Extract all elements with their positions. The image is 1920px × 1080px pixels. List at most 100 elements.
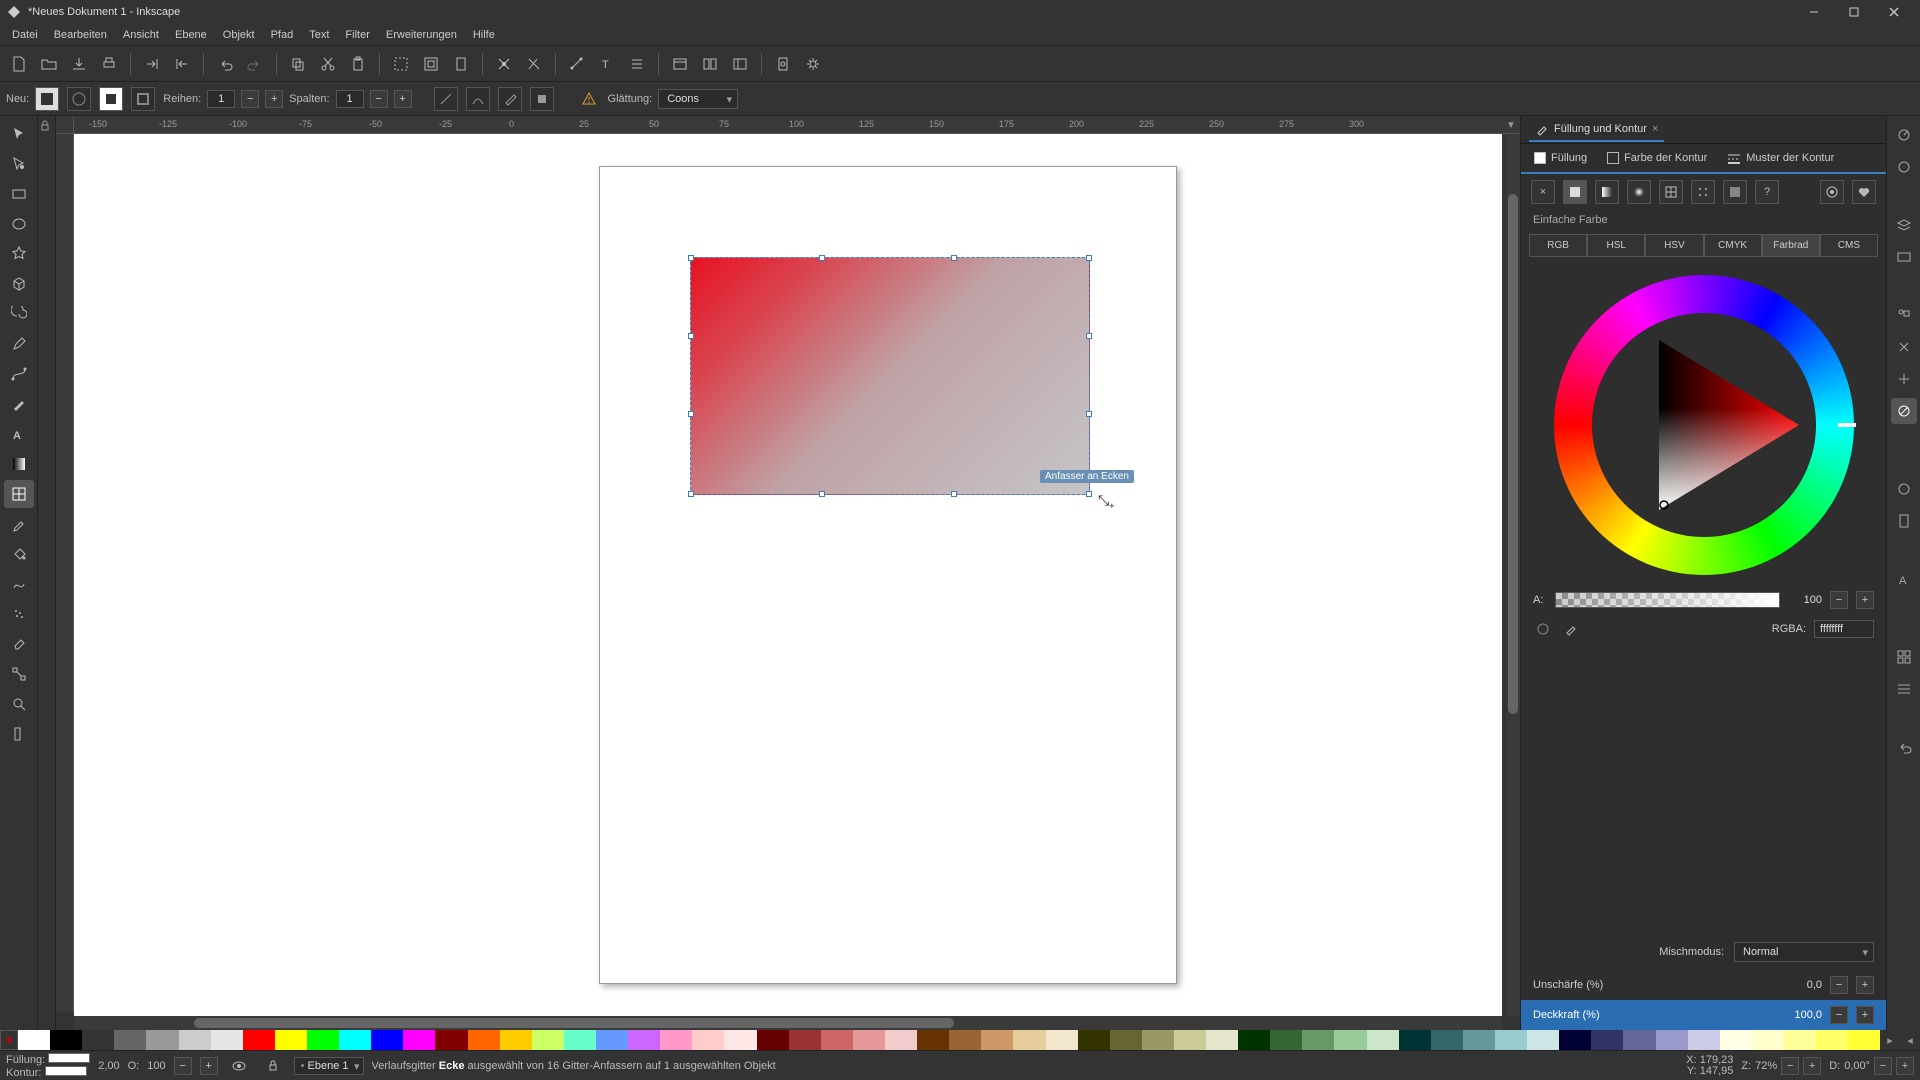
- tab-fill-and-stroke[interactable]: Füllung und Kontur ×: [1529, 118, 1664, 142]
- mesh-square-gradient-icon[interactable]: [35, 87, 59, 111]
- redo-icon[interactable]: [242, 51, 268, 77]
- pick-color-icon[interactable]: [1561, 619, 1581, 639]
- palette-swatch[interactable]: [1302, 1030, 1334, 1050]
- rows-input[interactable]: [207, 90, 235, 108]
- palette-swatch[interactable]: [660, 1030, 692, 1050]
- palette-swatch[interactable]: [1816, 1030, 1848, 1050]
- zoom-page-icon[interactable]: [448, 51, 474, 77]
- heart-icon[interactable]: [1852, 180, 1876, 204]
- select-tool-icon[interactable]: [4, 120, 34, 148]
- scrollbar-horizontal[interactable]: [74, 1016, 1502, 1030]
- opacity-plus-button[interactable]: +: [1856, 1006, 1874, 1024]
- preferences-icon[interactable]: [800, 51, 826, 77]
- cm-hsl[interactable]: HSL: [1587, 234, 1645, 257]
- calligraphy-tool-icon[interactable]: [4, 390, 34, 418]
- rot-minus-button[interactable]: −: [1874, 1057, 1892, 1075]
- palette-swatch[interactable]: [1527, 1030, 1559, 1050]
- palette-swatch[interactable]: [1078, 1030, 1110, 1050]
- palette-swatch[interactable]: [564, 1030, 596, 1050]
- selectors-icon[interactable]: [697, 51, 723, 77]
- palette-swatch[interactable]: [1784, 1030, 1816, 1050]
- palette-swatch[interactable]: [146, 1030, 178, 1050]
- clone-icon[interactable]: [521, 51, 547, 77]
- duplicate-icon[interactable]: [491, 51, 517, 77]
- palette-swatch[interactable]: [211, 1030, 243, 1050]
- palette-swatch[interactable]: [1463, 1030, 1495, 1050]
- palette-swatch[interactable]: [50, 1030, 82, 1050]
- strip-layers-icon[interactable]: [1891, 212, 1917, 238]
- paint-radial-icon[interactable]: [1627, 180, 1651, 204]
- layer-lock-icon[interactable]: [260, 1053, 286, 1079]
- alpha-plus-button[interactable]: +: [1856, 591, 1874, 609]
- palette-swatch[interactable]: [1752, 1030, 1784, 1050]
- fill-stroke-indicator[interactable]: Füllung: Kontur:: [6, 1053, 90, 1079]
- blur-value[interactable]: 0,0: [1780, 979, 1822, 991]
- tab-close-icon[interactable]: ×: [1652, 123, 1658, 135]
- text-tool-icon[interactable]: A: [4, 420, 34, 448]
- pick-color-icon[interactable]: [498, 87, 522, 111]
- palette-swatch[interactable]: [1238, 1030, 1270, 1050]
- scrollbar-vertical[interactable]: [1506, 134, 1520, 1016]
- blur-minus-button[interactable]: −: [1830, 976, 1848, 994]
- palette-swatch[interactable]: [114, 1030, 146, 1050]
- palette-swatch[interactable]: [1591, 1030, 1623, 1050]
- palette-swatch[interactable]: [403, 1030, 435, 1050]
- palette-swatch[interactable]: [1013, 1030, 1045, 1050]
- xml-icon[interactable]: [667, 51, 693, 77]
- strip-transform-icon[interactable]: [1891, 334, 1917, 360]
- strip-trace-icon[interactable]: [1891, 476, 1917, 502]
- node-tool-icon[interactable]: [4, 150, 34, 178]
- color-triangle[interactable]: [1599, 320, 1809, 530]
- cm-cmyk[interactable]: CMYK: [1704, 234, 1762, 257]
- cols-input[interactable]: [336, 90, 364, 108]
- palette-none-icon[interactable]: ✕: [0, 1030, 18, 1050]
- mesh-tool-icon[interactable]: [4, 480, 34, 508]
- palette-scroll-icon[interactable]: ▸: [1880, 1030, 1900, 1050]
- cut-icon[interactable]: [315, 51, 341, 77]
- status-opacity-value[interactable]: 100: [147, 1060, 165, 1072]
- palette-swatch[interactable]: [1206, 1030, 1238, 1050]
- menu-hilfe[interactable]: Hilfe: [465, 26, 503, 44]
- palette-swatch[interactable]: [307, 1030, 339, 1050]
- zoom-value[interactable]: 72%: [1755, 1060, 1777, 1072]
- menu-objekt[interactable]: Objekt: [215, 26, 263, 44]
- cols-minus-button[interactable]: −: [370, 90, 388, 108]
- strip-document-icon[interactable]: [1891, 508, 1917, 534]
- save-icon[interactable]: [66, 51, 92, 77]
- strip-align-icon[interactable]: [1891, 302, 1917, 328]
- zoom-drawing-icon[interactable]: [418, 51, 444, 77]
- connector-tool-icon[interactable]: [4, 660, 34, 688]
- strip-undo-history-icon[interactable]: [1891, 734, 1917, 760]
- palette-swatch[interactable]: [885, 1030, 917, 1050]
- opacity-minus-button[interactable]: −: [174, 1057, 192, 1075]
- palette-swatch[interactable]: [1174, 1030, 1206, 1050]
- print-icon[interactable]: [96, 51, 122, 77]
- dropper-tool-icon[interactable]: [4, 510, 34, 538]
- palette-swatch[interactable]: [82, 1030, 114, 1050]
- measure-tool-icon[interactable]: [4, 720, 34, 748]
- alpha-value[interactable]: 100: [1788, 594, 1822, 606]
- strip-objects-icon[interactable]: [1891, 244, 1917, 270]
- gradient-tool-icon[interactable]: [4, 450, 34, 478]
- palette-swatch[interactable]: [1142, 1030, 1174, 1050]
- open-icon[interactable]: [36, 51, 62, 77]
- maximize-button[interactable]: [1834, 0, 1874, 24]
- mesh-gradient-object[interactable]: [690, 257, 1090, 495]
- alpha-slider[interactable]: [1555, 592, 1780, 608]
- opacity-value[interactable]: 100,0: [1780, 1009, 1822, 1021]
- zoom-minus-button[interactable]: −: [1781, 1057, 1799, 1075]
- rgba-input[interactable]: [1814, 620, 1874, 638]
- zoom-tool-icon[interactable]: [4, 690, 34, 718]
- palette-swatch[interactable]: [1848, 1030, 1880, 1050]
- palette-swatch[interactable]: [1399, 1030, 1431, 1050]
- palette-swatch[interactable]: [853, 1030, 885, 1050]
- pencil-tool-icon[interactable]: [4, 330, 34, 358]
- ruler-menu-icon[interactable]: ▾: [1502, 116, 1520, 134]
- color-wheel[interactable]: [1554, 275, 1854, 575]
- palette-swatch[interactable]: [532, 1030, 564, 1050]
- strip-selectors-icon[interactable]: [1891, 676, 1917, 702]
- cm-cms[interactable]: CMS: [1820, 234, 1878, 257]
- palette-swatch[interactable]: [18, 1030, 50, 1050]
- 3dbox-tool-icon[interactable]: [4, 270, 34, 298]
- paint-linear-icon[interactable]: [1595, 180, 1619, 204]
